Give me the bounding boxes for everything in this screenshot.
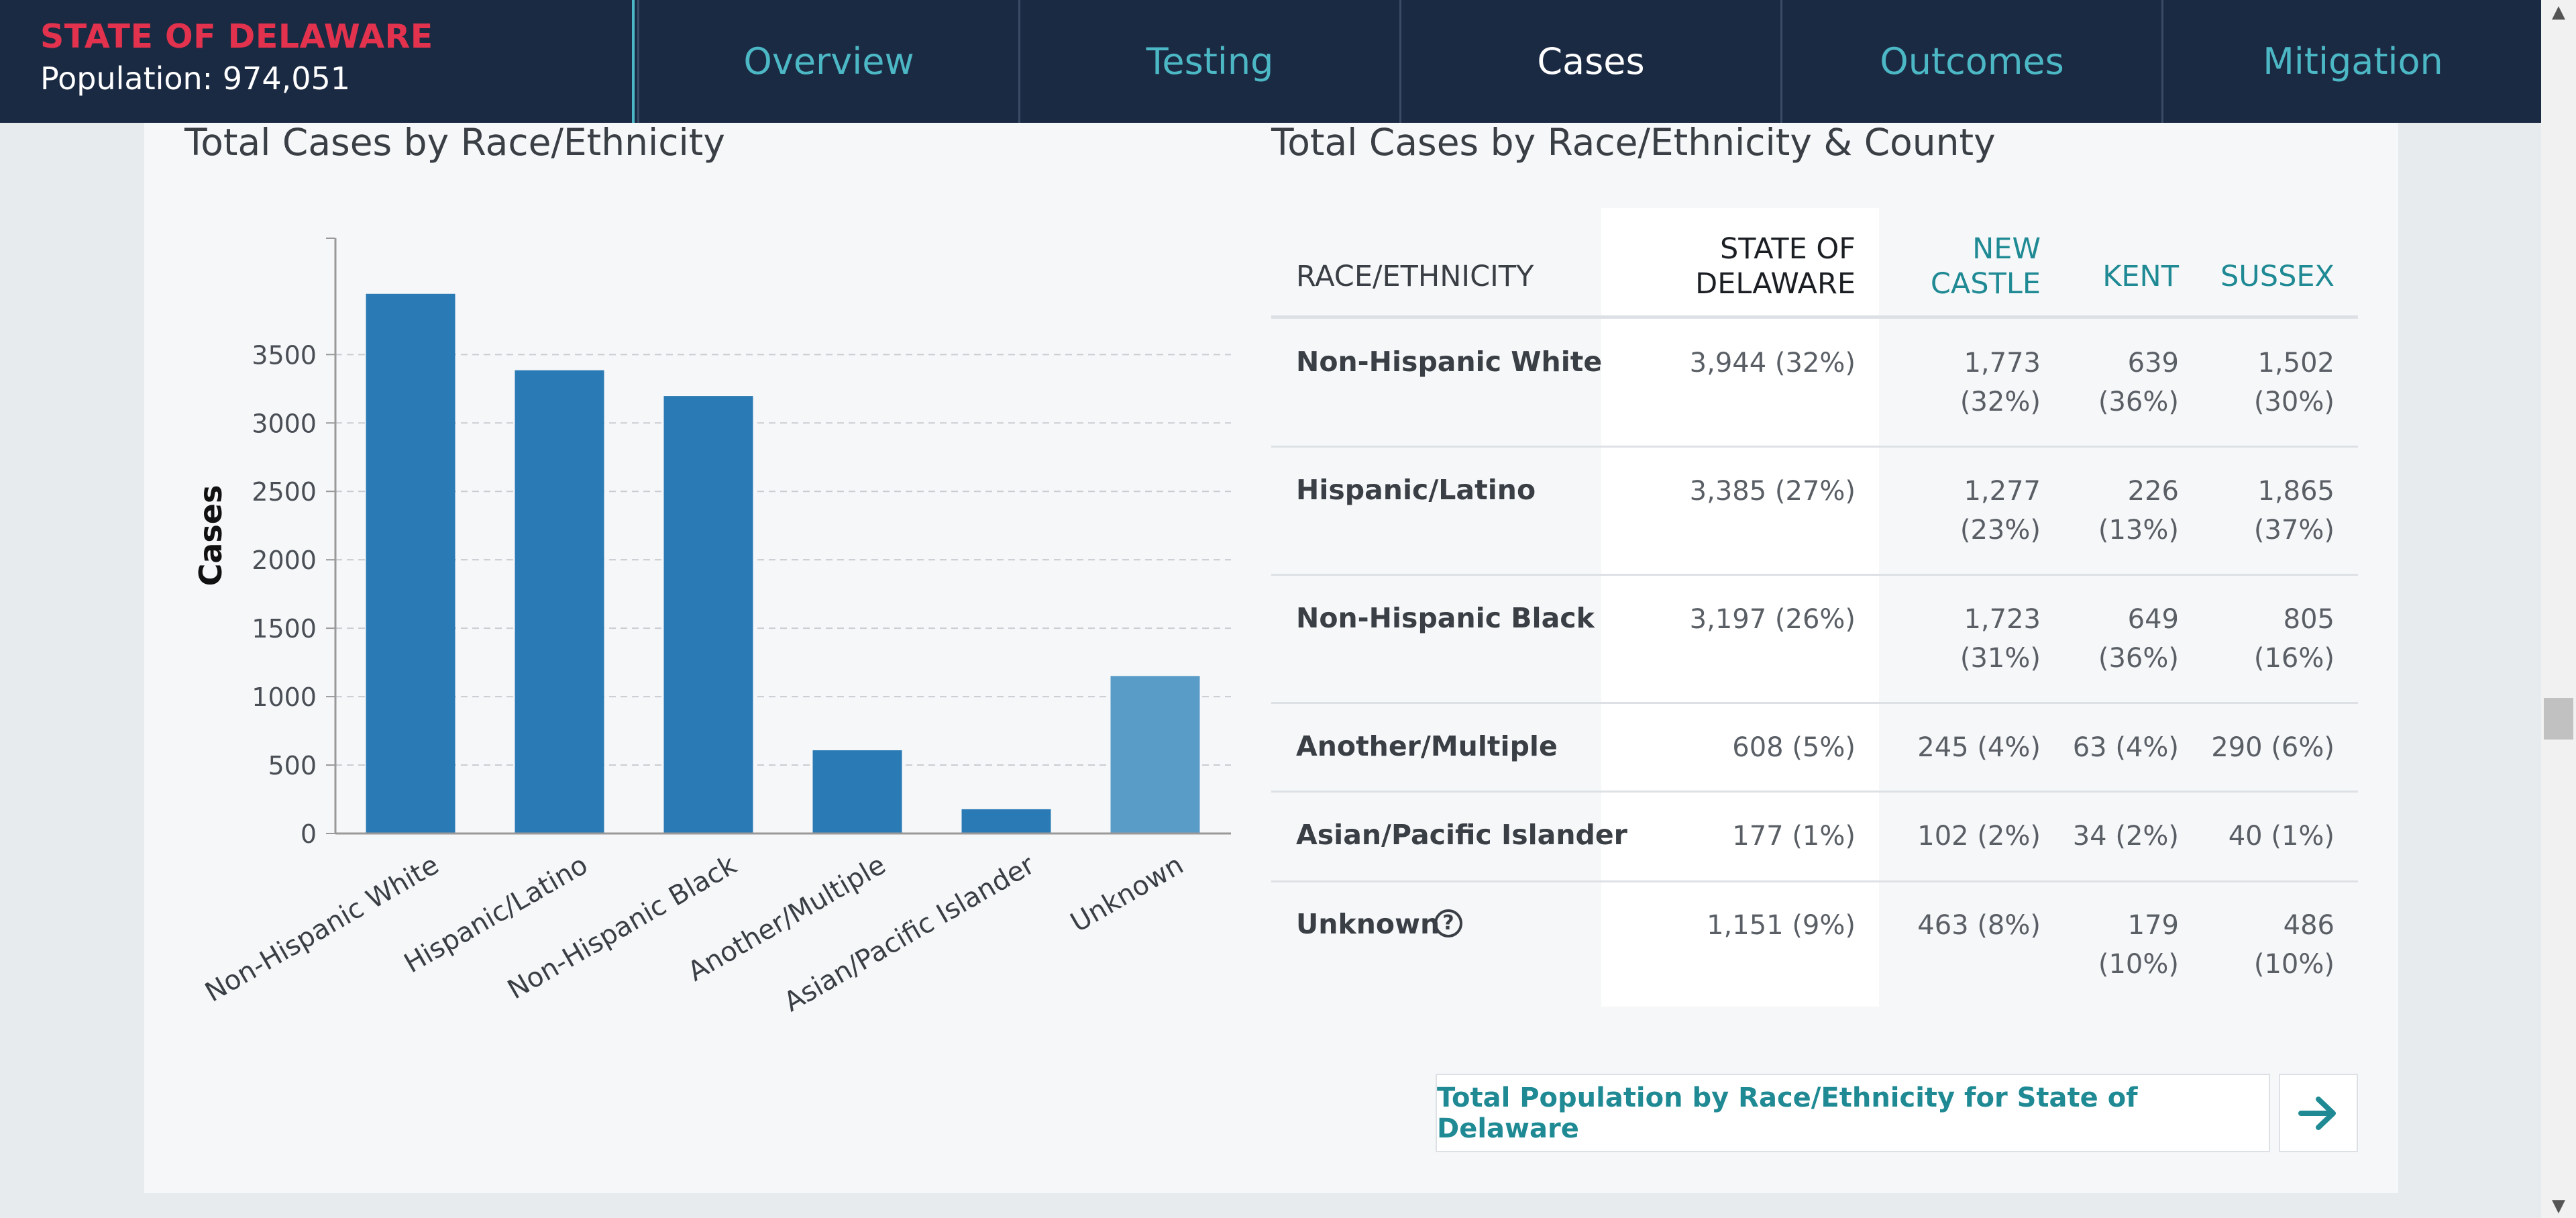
y-tick-label: 0 (301, 819, 317, 849)
cell-new-castle: 245 (4%) (1917, 732, 2041, 763)
y-tick-label: 2500 (252, 477, 317, 507)
cell-sussex: 805 (2283, 604, 2334, 635)
tab-mitigation[interactable]: Mitigation (2161, 0, 2542, 123)
y-tick-label: 2000 (252, 546, 317, 575)
cell-state: 608 (5%) (1732, 732, 1856, 763)
header-divider (1271, 315, 2358, 319)
header-new-castle-line2: CASTLE (1930, 267, 2041, 301)
x-tick-label: Non-Hispanic White (200, 850, 444, 1009)
cell-sussex-pct: (37%) (2253, 515, 2334, 546)
tab-cases[interactable]: Cases (1399, 0, 1780, 123)
bar (1110, 676, 1200, 833)
row-label: Unknown (1296, 908, 1440, 940)
header-sussex: SUSSEX (2220, 260, 2334, 293)
cell-kent: 179 (2127, 910, 2179, 941)
state-title: STATE OF DELAWARE (40, 17, 433, 56)
cell-state: 177 (1%) (1732, 821, 1856, 852)
cell-kent: 226 (2127, 476, 2179, 507)
cell-kent-pct: (13%) (2098, 515, 2179, 546)
arrow-right-button[interactable] (2279, 1074, 2358, 1152)
cell-new-castle: 1,723 (1964, 604, 2041, 635)
cell-new-castle: 463 (8%) (1917, 910, 2041, 941)
row-label: Asian/Pacific Islander (1296, 819, 1627, 851)
row-divider (1271, 791, 2358, 793)
population-by-race-button[interactable]: Total Population by Race/Ethnicity for S… (1436, 1074, 2270, 1152)
cell-new-castle-pct: (32%) (1960, 387, 2041, 417)
tab-testing[interactable]: Testing (1018, 0, 1399, 123)
cell-kent: 639 (2127, 348, 2179, 378)
cases-bar-chart: 0 500 1000 1500 2000 2500 3000 3500 Cases Non-His… (193, 238, 1231, 1018)
cell-new-castle: 102 (2%) (1917, 821, 2041, 852)
cell-sussex: 1,865 (2257, 476, 2334, 507)
header-state-line1: STATE OF (1720, 232, 1856, 266)
header-kent: KENT (2102, 260, 2179, 293)
population-label: Population: 974,051 (40, 60, 351, 97)
bar (961, 809, 1051, 833)
y-tick-label: 1500 (252, 614, 317, 644)
y-tick-label: 500 (268, 751, 317, 780)
cell-kent-pct: (36%) (2098, 643, 2179, 674)
cell-sussex-pct: (16%) (2253, 643, 2334, 674)
top-navigation: STATE OF DELAWARE Population: 974,051 Ov… (0, 0, 2541, 123)
cell-new-castle: 1,277 (1964, 476, 2041, 507)
y-tick-label: 3000 (252, 409, 317, 438)
cell-sussex: 290 (6%) (2211, 732, 2334, 763)
scrollbar-thumb[interactable] (2544, 698, 2573, 740)
cell-sussex: 40 (1%) (2228, 821, 2334, 852)
row-divider (1271, 702, 2358, 704)
cell-kent-pct: (36%) (2098, 387, 2179, 417)
brand-block: STATE OF DELAWARE Population: 974,051 (0, 0, 635, 123)
tab-overview[interactable]: Overview (637, 0, 1018, 123)
table-title: Total Cases by Race/Ethnicity & County (1271, 121, 1996, 164)
x-tick-label: Unknown (1065, 850, 1189, 939)
cell-new-castle-pct: (31%) (1960, 643, 2041, 674)
cell-kent: 34 (2%) (2072, 821, 2179, 852)
cell-sussex: 486 (2283, 910, 2334, 941)
y-tick-label: 3500 (252, 340, 317, 370)
chart-title: Total Cases by Race/Ethnicity (184, 121, 725, 164)
cell-state: 1,151 (9%) (1707, 910, 1856, 941)
header-state-line2: DELAWARE (1695, 267, 1856, 301)
cell-kent: 649 (2127, 604, 2179, 635)
row-divider (1271, 574, 2358, 576)
cell-new-castle: 1,773 (1964, 348, 2041, 378)
scroll-down-arrow-icon[interactable]: ▼ (2541, 1194, 2576, 1218)
bar (663, 396, 753, 833)
row-label: Hispanic/Latino (1296, 474, 1536, 506)
row-label: Another/Multiple (1296, 730, 1558, 762)
arrow-right-icon (2298, 1096, 2336, 1130)
cell-state: 3,385 (27%) (1689, 476, 1856, 507)
y-tick-label: 1000 (252, 682, 317, 712)
header-race-ethnicity: RACE/ETHNICITY (1296, 260, 1534, 293)
cell-sussex: 1,502 (2257, 348, 2334, 378)
row-label: Non-Hispanic White (1296, 346, 1603, 378)
cell-sussex-pct: (10%) (2253, 949, 2334, 980)
cell-kent: 63 (4%) (2072, 732, 2179, 763)
row-divider (1271, 446, 2358, 448)
x-tick-label: Asian/Pacific Islander (779, 850, 1040, 1018)
bar (812, 750, 902, 833)
y-axis-label: Cases (193, 485, 229, 587)
bar (515, 370, 604, 833)
scrollbar-track[interactable] (2541, 0, 2576, 1218)
cell-state: 3,944 (32%) (1689, 348, 1856, 378)
cell-kent-pct: (10%) (2098, 949, 2179, 980)
scroll-up-arrow-icon[interactable]: ▲ (2541, 0, 2576, 24)
bar (366, 293, 455, 833)
cell-sussex-pct: (30%) (2253, 387, 2334, 417)
cell-new-castle-pct: (23%) (1960, 515, 2041, 546)
row-label: Non-Hispanic Black (1296, 602, 1595, 634)
row-divider (1271, 880, 2358, 882)
cell-state: 3,197 (26%) (1689, 604, 1856, 635)
tab-outcomes[interactable]: Outcomes (1780, 0, 2161, 123)
help-icon[interactable]: ? (1434, 909, 1462, 937)
header-new-castle-line1: NEW (1972, 232, 2041, 266)
